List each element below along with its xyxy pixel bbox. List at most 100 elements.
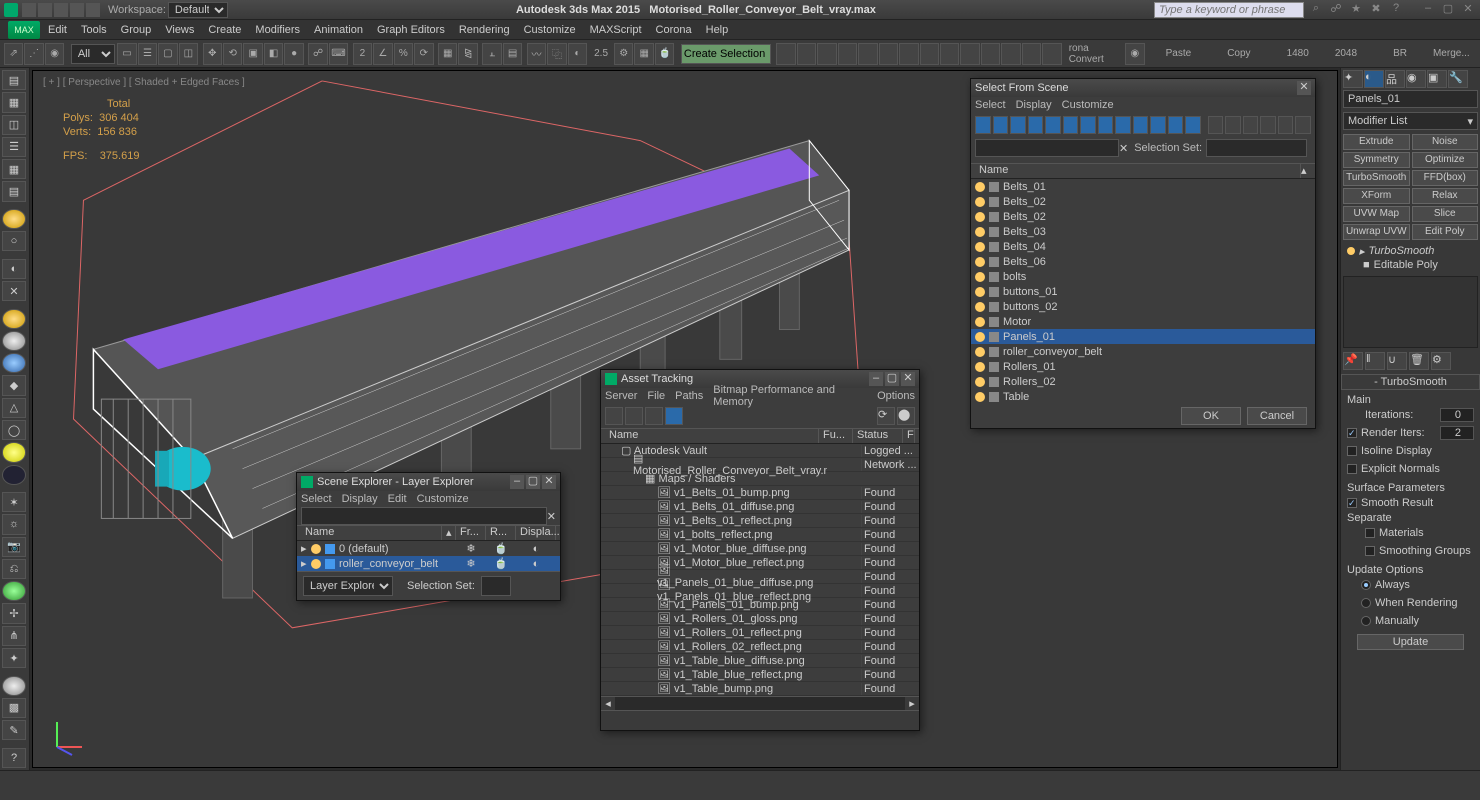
iterations-spinner[interactable]: 0 bbox=[1440, 408, 1474, 422]
mod-slice[interactable]: Slice bbox=[1412, 206, 1479, 222]
manually-radio[interactable] bbox=[1361, 616, 1371, 626]
asset-row[interactable]: ▤ Motorised_Roller_Conveyor_Belt_vray.ma… bbox=[601, 458, 919, 472]
motion-tab-icon[interactable]: ◉ bbox=[1406, 70, 1426, 88]
refresh-icon[interactable]: ⟳ bbox=[877, 407, 895, 425]
viewport-label[interactable]: [ + ] [ Perspective ] [ Shaded + Edged F… bbox=[43, 77, 245, 88]
config-mod-icon[interactable]: ⚙ bbox=[1431, 352, 1451, 370]
sphere-blue-icon[interactable] bbox=[2, 353, 26, 373]
cone-icon[interactable]: △ bbox=[2, 398, 26, 418]
snap-2d-icon[interactable]: 2 bbox=[353, 43, 372, 65]
sfs-tb1-icon[interactable] bbox=[975, 116, 991, 134]
mod-unwrapuvw[interactable]: Unwrap UVW bbox=[1343, 224, 1410, 240]
list-item[interactable]: Belts_01 bbox=[971, 179, 1315, 194]
mod-relax[interactable]: Relax bbox=[1412, 188, 1479, 204]
list-item[interactable]: Belts_02 bbox=[971, 194, 1315, 209]
list-item[interactable]: Belts_06 bbox=[971, 254, 1315, 269]
display-tab-icon[interactable]: ▣ bbox=[1427, 70, 1447, 88]
sfs-filter-input[interactable] bbox=[975, 139, 1119, 157]
sfs-tb14-icon[interactable] bbox=[1208, 116, 1224, 134]
corona-icon[interactable]: ◉ bbox=[1125, 43, 1144, 65]
asset-row[interactable]: 🖼 v1_Rollers_02_reflect.pngFound bbox=[601, 640, 919, 654]
manipulate-icon[interactable]: ☍ bbox=[308, 43, 327, 65]
create-tab-icon[interactable]: ✦ bbox=[1343, 70, 1363, 88]
se-menu-display[interactable]: Display bbox=[342, 493, 378, 505]
at-tb3-icon[interactable] bbox=[645, 407, 663, 425]
named-selection-input[interactable] bbox=[681, 44, 771, 64]
sfs-tb18-icon[interactable] bbox=[1278, 116, 1294, 134]
menu-views[interactable]: Views bbox=[165, 24, 194, 36]
selection-filter-combo[interactable]: All bbox=[71, 44, 115, 64]
search-icon[interactable]: ⌕ bbox=[1308, 2, 1324, 18]
col-displa[interactable]: Displa... bbox=[516, 526, 556, 540]
t6-icon[interactable] bbox=[879, 43, 898, 65]
col-status[interactable]: Status bbox=[853, 429, 903, 443]
light-bulb-icon[interactable] bbox=[2, 209, 26, 229]
sfs-tb15-icon[interactable] bbox=[1225, 116, 1241, 134]
modifier-stack[interactable]: ▸TurboSmooth ■Editable Poly bbox=[1341, 242, 1480, 274]
list-item[interactable]: buttons_02 bbox=[971, 299, 1315, 314]
mod-xform[interactable]: XForm bbox=[1343, 188, 1410, 204]
scroll-left-icon[interactable]: ◂ bbox=[601, 697, 615, 710]
t5-icon[interactable] bbox=[858, 43, 877, 65]
list-item[interactable]: Rollers_01 bbox=[971, 359, 1315, 374]
minimize-icon[interactable]: – bbox=[869, 372, 883, 386]
clear-filter-icon[interactable]: ✕ bbox=[1119, 142, 1128, 155]
copy-label[interactable]: Copy bbox=[1227, 48, 1250, 59]
bulb-icon[interactable] bbox=[1347, 247, 1355, 255]
list-item[interactable]: Belts_04 bbox=[971, 239, 1315, 254]
render-frame-icon[interactable]: ▦ bbox=[634, 43, 653, 65]
sfs-tb3-icon[interactable] bbox=[1010, 116, 1026, 134]
render-iters-spinner[interactable]: 2 bbox=[1440, 426, 1474, 440]
t9-icon[interactable] bbox=[940, 43, 959, 65]
minimize-icon[interactable]: – bbox=[1420, 2, 1436, 18]
align-icon[interactable]: ⫠ bbox=[482, 43, 501, 65]
explicit-check[interactable] bbox=[1347, 464, 1357, 474]
smoothgroups-check[interactable] bbox=[1365, 546, 1375, 556]
at-tb4-icon[interactable] bbox=[665, 407, 683, 425]
torus-icon[interactable]: ◯ bbox=[2, 420, 26, 440]
move-icon[interactable]: ✥ bbox=[203, 43, 222, 65]
list-item[interactable]: roller_conveyor_belt bbox=[971, 344, 1315, 359]
se-menu-select[interactable]: Select bbox=[301, 493, 332, 505]
at-tb2-icon[interactable] bbox=[625, 407, 643, 425]
list-item[interactable]: bolts bbox=[971, 269, 1315, 284]
asset-row[interactable]: 🖼 v1_Belts_01_reflect.pngFound bbox=[601, 514, 919, 528]
star-icon[interactable]: ★ bbox=[1348, 2, 1364, 18]
help-icon[interactable]: ? bbox=[1388, 2, 1404, 18]
modifier-list-combo[interactable]: Modifier List▾ bbox=[1343, 112, 1478, 130]
curve-editor-icon[interactable]: 〰 bbox=[527, 43, 546, 65]
maximize-icon[interactable]: ▢ bbox=[526, 475, 540, 489]
render-setup-icon[interactable]: ⚙ bbox=[614, 43, 633, 65]
cancel-button[interactable]: Cancel bbox=[1247, 407, 1307, 425]
list-item[interactable]: Motor bbox=[971, 314, 1315, 329]
sphere-dark-icon[interactable] bbox=[2, 465, 26, 485]
light-icon[interactable]: ☼ bbox=[2, 514, 26, 534]
named-sel-icon[interactable]: ▦ bbox=[438, 43, 457, 65]
max-logo-icon[interactable]: MAX bbox=[8, 21, 40, 39]
grass-icon[interactable]: ⋔ bbox=[2, 626, 26, 646]
schematic-icon[interactable]: ⿻ bbox=[547, 43, 566, 65]
t1-icon[interactable] bbox=[776, 43, 795, 65]
window-crossing-icon[interactable]: ◫ bbox=[179, 43, 198, 65]
col-fr[interactable]: Fr... bbox=[456, 526, 486, 540]
sfs-list[interactable]: Belts_01Belts_02Belts_02Belts_03Belts_04… bbox=[971, 179, 1315, 404]
asset-row[interactable]: 🖼 v1_bolts_reflect.pngFound bbox=[601, 528, 919, 542]
ok-button[interactable]: OK bbox=[1181, 407, 1241, 425]
asset-row[interactable]: 🖼 v1_Rollers_01_gloss.pngFound bbox=[601, 612, 919, 626]
merge-label[interactable]: Merge... bbox=[1433, 48, 1470, 59]
save-icon[interactable] bbox=[54, 3, 68, 17]
sfs-tb19-icon[interactable] bbox=[1295, 116, 1311, 134]
corona-convert-label[interactable]: rona Convert bbox=[1069, 43, 1119, 65]
sfs-tb2-icon[interactable] bbox=[993, 116, 1009, 134]
mod-symmetry[interactable]: Symmetry bbox=[1343, 152, 1410, 168]
at-menu-file[interactable]: File bbox=[647, 390, 665, 402]
bone-icon[interactable]: ⎌ bbox=[2, 559, 26, 579]
close-icon[interactable]: ✕ bbox=[1297, 81, 1311, 95]
material-editor-icon[interactable]: ◐ bbox=[568, 43, 587, 65]
menu-help[interactable]: Help bbox=[706, 24, 729, 36]
whenrender-radio[interactable] bbox=[1361, 598, 1371, 608]
select-link-icon[interactable]: ⇗ bbox=[4, 43, 23, 65]
mod-uvwmap[interactable]: UVW Map bbox=[1343, 206, 1410, 222]
minimize-icon[interactable]: – bbox=[510, 475, 524, 489]
modify-tab-icon[interactable]: ◐ bbox=[1364, 70, 1384, 88]
